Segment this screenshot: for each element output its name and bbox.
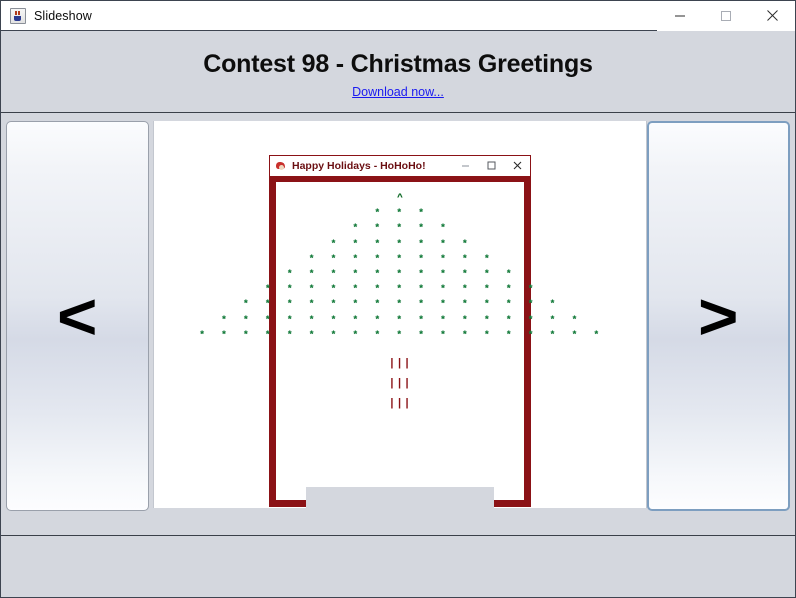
chevron-left-icon: < <box>57 279 98 353</box>
tree-row: * * * * * * * * * * * * * * * <box>243 298 557 310</box>
tree-trunk-row: ||| <box>388 358 412 371</box>
tree-row: * * * * * * * * * * * * * * * * * * * <box>199 328 601 340</box>
chevron-right-icon: > <box>698 279 739 353</box>
header-band: Contest 98 - Christmas Greetings Downloa… <box>1 31 795 113</box>
greeting-titlebar: Happy Holidays - HoHoHo! <box>270 156 530 176</box>
java-coffee-cup-icon <box>10 7 26 24</box>
tree-row: * * * * * * * * * * * * * <box>264 283 536 295</box>
tree-row: * * * * * * * * * * * <box>286 268 514 280</box>
close-button[interactable] <box>749 0 795 31</box>
maximize-button[interactable] <box>703 0 749 31</box>
greeting-window-title: Happy Holidays - HoHoHo! <box>292 159 426 172</box>
tree-apex: ^ <box>397 192 403 203</box>
minimize-button[interactable] <box>657 0 703 31</box>
greeting-close-button[interactable] <box>504 156 530 176</box>
window-controls <box>657 0 795 31</box>
tree-row: * * * * * * * * * * * * * * * * * <box>221 313 579 325</box>
tree-row: * * * * * * * * * <box>308 252 492 264</box>
greeting-window: Happy Holidays - HoHoHo! ^ * * * * * * *… <box>199 155 599 507</box>
next-slide-button[interactable]: > <box>647 121 790 511</box>
slideshow-window: Slideshow Contest 98 - Christmas Greetin… <box>0 0 796 598</box>
tree-trunk-row: ||| <box>388 378 412 391</box>
slideshow-body: < Happy Holidays - HoHoHo! ^ * * * * * *… <box>1 113 795 535</box>
santa-icon <box>275 160 287 172</box>
window-titlebar: Slideshow <box>1 0 795 31</box>
previous-slide-button[interactable]: < <box>6 121 149 511</box>
tree-row: * * * * * * * <box>330 237 470 249</box>
tree-row: * * * <box>374 207 426 219</box>
greeting-window-controls <box>452 156 530 176</box>
status-strip <box>1 535 795 597</box>
download-now-link[interactable]: Download now... <box>352 85 444 99</box>
page-title: Contest 98 - Christmas Greetings <box>203 50 593 78</box>
tree-row: * * * * * <box>352 222 448 234</box>
greeting-minimize-button[interactable] <box>452 156 478 176</box>
canvas-bottom-strip <box>306 487 494 508</box>
greeting-maximize-button[interactable] <box>478 156 504 176</box>
slide-canvas: Happy Holidays - HoHoHo! ^ * * * * * * *… <box>153 121 647 508</box>
window-title: Slideshow <box>34 8 92 23</box>
christmas-tree-art: ^ * * * * * * * * * * * * * * * * * * * … <box>199 176 599 506</box>
tree-trunk-row: ||| <box>388 398 412 411</box>
